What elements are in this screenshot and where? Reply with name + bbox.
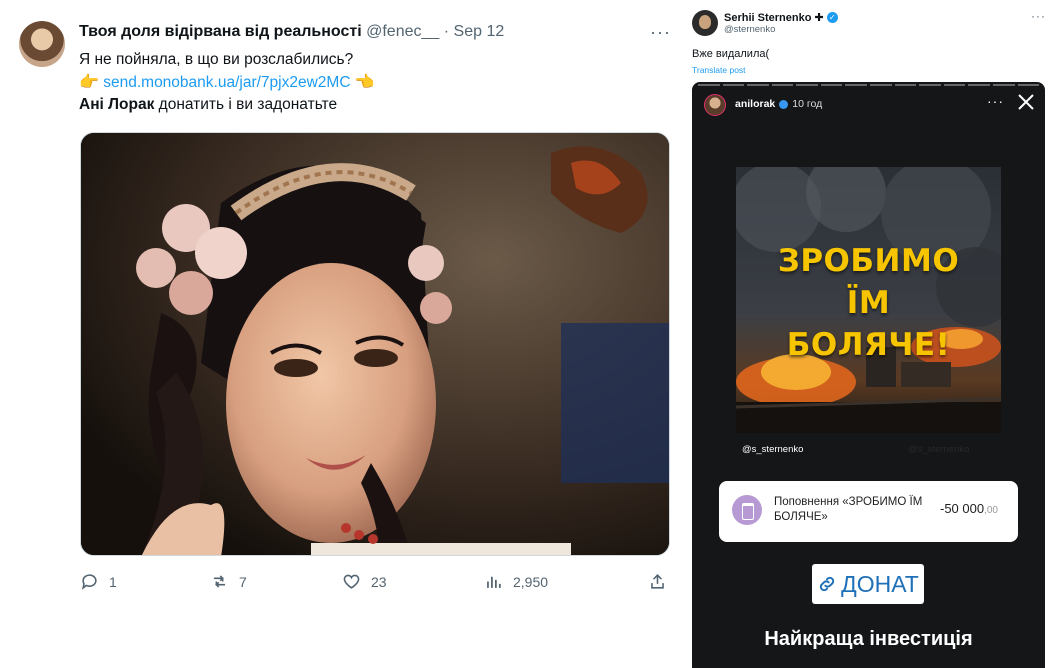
story-close-icon [1018, 94, 1034, 110]
post-author-name-row[interactable]: Serhii Sternenko ✚ ✓ [724, 11, 838, 24]
author-avatar[interactable] [19, 21, 65, 67]
story-username: anilorak [735, 98, 776, 110]
poster-line: ЗРОБИМО [777, 243, 960, 279]
story-caption: Найкраща інвестиція [764, 628, 973, 650]
transaction-amount-main: -50 000 [940, 501, 985, 516]
pointing-left-emoji: 👈 [354, 74, 375, 91]
tweet-link-line: 👉 send.monobank.ua/jar/7pjx2ew2MC 👈 [79, 72, 375, 92]
post-more-icon[interactable]: ··· [1031, 9, 1046, 23]
tweet-text-line: Ані Лорак донатить і ви задонатьте [79, 96, 337, 114]
views-action[interactable]: 2,950 [484, 572, 548, 591]
transaction-card: Поповнення «ЗРОБИМО ЇМ БОЛЯЧЕ» -50 000,0… [719, 481, 1018, 542]
story-poster: ЗРОБИМО ЇМ БОЛЯЧЕ! [736, 167, 1001, 433]
story-time: 10 год [792, 98, 823, 110]
link-icon [820, 576, 835, 592]
poster-line: БОЛЯЧЕ! [786, 327, 951, 363]
poster-line: ЇМ [846, 285, 891, 321]
like-action[interactable]: 23 [342, 572, 387, 591]
reply-action[interactable]: 1 [80, 572, 117, 591]
transaction-title: Поповнення «ЗРОБИМО ЇМ БОЛЯЧЕ» [774, 496, 923, 523]
tweet-media-image[interactable] [80, 132, 670, 556]
pointing-right-emoji: 👉 [79, 74, 99, 91]
tweet-bold-text: Ані Лорак [79, 96, 155, 113]
tweet-rest-text: донатить і ви задонатьте [154, 96, 338, 113]
story-screenshot[interactable]: anilorak 10 год ··· ЗРОБИМО ЇМ БОЛЯЧЕ! @… [692, 82, 1045, 668]
story-more-icon: ··· [987, 93, 1004, 109]
repost-action[interactable]: 7 [210, 572, 247, 591]
repost-count: 7 [239, 573, 247, 590]
story-user: anilorak 10 год [735, 98, 822, 110]
story-mention: @s_sternenko [742, 444, 804, 455]
separator-dot: · [443, 23, 450, 40]
post-text: Вже видалила( [692, 48, 770, 60]
story-mention-ghost: @s_sternenko [908, 444, 970, 455]
share-icon [651, 574, 664, 589]
story-avatar [704, 94, 726, 116]
donate-sticker: ДОНАТ [812, 564, 924, 604]
monobank-link[interactable]: send.monobank.ua/jar/7pjx2ew2MC [103, 74, 350, 91]
post-panel: Serhii Sternenko ✚ ✓ @sternenko ··· Вже … [686, 0, 1061, 668]
woman-photo [81, 133, 669, 555]
story-verified-icon [779, 99, 789, 109]
reply-icon [81, 574, 97, 590]
reply-count: 1 [109, 573, 117, 590]
donate-label: ДОНАТ [841, 570, 919, 597]
post-author-handle[interactable]: @sternenko [724, 24, 775, 35]
views-count: 2,950 [513, 573, 549, 590]
more-options-icon[interactable]: ··· [650, 22, 672, 42]
like-count: 23 [371, 573, 387, 590]
author-name[interactable]: Твоя доля відірвана від реальності [79, 23, 362, 40]
tweet-date[interactable]: Sep 12 [454, 23, 505, 40]
story-progress-bars [698, 84, 1040, 86]
tweet-panel: Твоя доля відірвана від реальності @fene… [0, 0, 686, 668]
post-author-name[interactable]: Serhii Sternenko ✚ [724, 11, 824, 24]
jar-icon [732, 495, 762, 525]
tweet-actions-bar: 1 7 23 2,950 [80, 572, 670, 596]
author-handle[interactable]: @fenec__ [366, 23, 439, 40]
transaction-amount: -50 000,00 [940, 501, 998, 516]
share-action[interactable] [648, 572, 667, 591]
tweet-header: Твоя доля відірвана від реальності @fene… [79, 23, 504, 41]
translate-post-link[interactable]: Translate post [692, 65, 746, 75]
verified-badge-icon: ✓ [826, 12, 838, 23]
post-author-avatar[interactable] [692, 10, 718, 36]
transaction-amount-cents: ,00 [984, 505, 998, 516]
tweet-text-line: Я не пойняла, в що ви розслабились? [79, 51, 354, 68]
repost-icon [213, 575, 226, 588]
heart-icon [343, 574, 360, 589]
views-chart-icon [487, 576, 501, 588]
